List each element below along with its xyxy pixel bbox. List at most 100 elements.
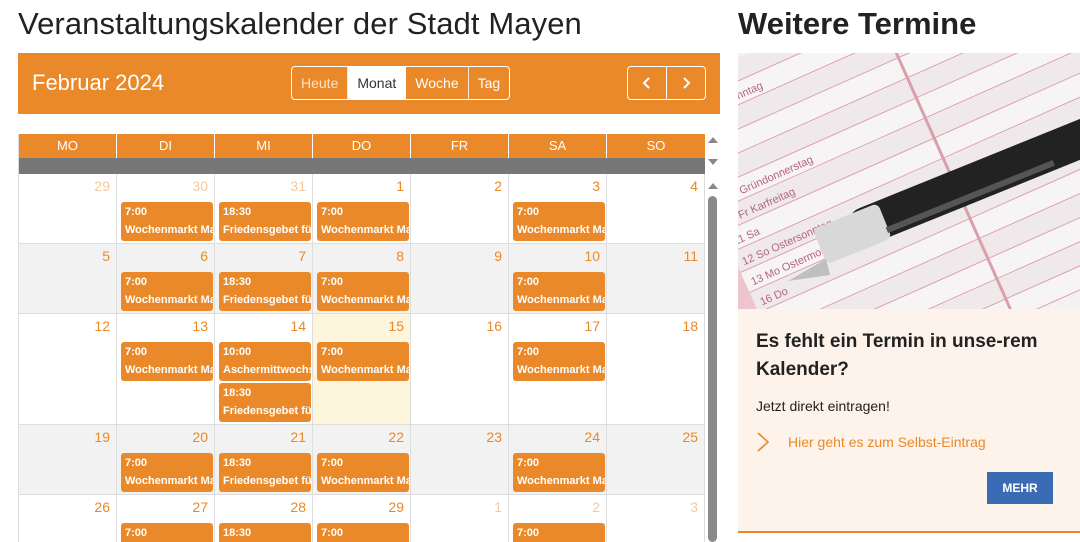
day-cell[interactable]: 7 18:30 Friedensgebet für (215, 244, 313, 313)
day-cell[interactable]: 15 7:00 Wochenmarkt Mayen (313, 314, 411, 424)
week-row: 26 27 7:00Wochenmarkt Mayen 28 18:30Friedens… (19, 495, 705, 542)
day-cell[interactable]: 12 (19, 314, 117, 424)
calendar-event[interactable]: 7:00Wochenmarkt Mayen (513, 272, 605, 311)
calendar-event[interactable]: 18:30Friedensgebet für (219, 383, 311, 422)
day-number: 2 (494, 178, 502, 194)
day-number: 4 (690, 178, 698, 194)
day-cell[interactable]: 3 (607, 495, 705, 542)
scroll-down-arrow-icon[interactable] (708, 159, 718, 165)
calendar-event[interactable]: 7:00Wochenmarkt Mayen (121, 453, 213, 492)
self-entry-link[interactable]: Hier geht es zum Selbst-Eintrag (756, 431, 986, 453)
day-number: 29 (94, 178, 110, 194)
calendar-event[interactable]: 7:00Wochenmarkt Mayen (121, 342, 213, 381)
calendar-event[interactable]: 7:00Wochenmarkt Mayen (513, 523, 605, 542)
calendar-event[interactable]: 7:00Wochenmarkt Mayen (121, 272, 213, 311)
week-row: 29 307:00Wochenmarkt Mayen3118:30Friedens… (19, 174, 705, 244)
weekday-header: SA (509, 134, 607, 158)
calendar-grid-area: MO DI MI DO FR SA SO 29 30 7:00 Wochenmarkt… (18, 134, 721, 542)
day-cell[interactable]: 29 7:00Wochenmarkt Mayen (313, 495, 411, 542)
day-cell[interactable]: 14 10:00 Aschermittwochsmarkt 18:30 Friedens… (215, 314, 313, 424)
event-time: 10:00 (223, 346, 252, 358)
day-cell[interactable]: 16 (411, 314, 509, 424)
day-cell[interactable]: 9 (411, 244, 509, 313)
day-cell[interactable]: 17 7:00 Wochenmarkt Mayen (509, 314, 607, 424)
scroll-up-arrow-icon[interactable] (708, 183, 718, 189)
calendar-event[interactable]: 18:30Friedensgebet für (219, 453, 311, 492)
calendar-event[interactable]: 7:00Wochenmarkt Mayen (121, 202, 213, 241)
day-cell[interactable]: 30 7:00 Wochenmarkt Mayen (117, 174, 215, 243)
calendar-event[interactable]: 18:30Friedensgebet für (219, 202, 311, 241)
calendar-scrollbar[interactable] (705, 174, 721, 542)
day-number: 17 (584, 318, 600, 334)
calendar-event[interactable]: 7:00Wochenmarkt Mayen (513, 202, 605, 241)
day-number: 13 (192, 318, 208, 334)
event-title: Wochenmarkt Mayen (321, 224, 409, 236)
event-title: Friedensgebet für (223, 224, 311, 236)
event-time: 7:00 (517, 346, 540, 358)
self-entry-link-label[interactable]: Hier geht es zum Selbst-Eintrag (788, 434, 986, 450)
day-cell[interactable]: 18 (607, 314, 705, 424)
scroll-up-arrow-icon[interactable] (708, 137, 718, 143)
sidebar: Weitere Termine 4 Sa5 Sa Palmsonntag6 Mo… (738, 0, 1080, 542)
chevron-right-icon (757, 432, 770, 452)
view-switcher: Heute Monat Woche Tag (291, 66, 511, 100)
day-cell[interactable]: 6 7:00 Wochenmarkt Mayen (117, 244, 215, 313)
day-cell[interactable]: 31 18:30 Friedensgebet für (215, 174, 313, 243)
calendar-event[interactable]: 7:00Wochenmarkt Mayen (317, 342, 409, 381)
day-cell[interactable]: 2 (411, 174, 509, 243)
day-cell[interactable]: 24 7:00 Wochenmarkt Mayen (509, 425, 607, 494)
day-cell[interactable]: 26 (19, 495, 117, 542)
day-view-button[interactable]: Tag (469, 67, 510, 99)
calendar-event[interactable]: 18:30Friedensgebet für (219, 272, 311, 311)
calendar-event[interactable]: 7:00Wochenmarkt Mayen (121, 523, 213, 542)
day-cell[interactable]: 2 7:00Wochenmarkt Mayen (509, 495, 607, 542)
weekday-header-row: MO DI MI DO FR SA SO (19, 134, 705, 158)
day-cell[interactable]: 3 7:00 Wochenmarkt Mayen (509, 174, 607, 243)
calendar-event[interactable]: 7:00Wochenmarkt Mayen (317, 202, 409, 241)
day-cell[interactable]: 19 (19, 425, 117, 494)
calendar-event[interactable]: 7:00Wochenmarkt Mayen (317, 453, 409, 492)
event-time: 7:00 (517, 206, 540, 218)
scrollbar-thumb[interactable] (708, 196, 717, 542)
day-cell[interactable]: 22 7:00 Wochenmarkt Mayen (313, 425, 411, 494)
next-month-button[interactable] (667, 67, 705, 99)
calendar-event[interactable]: 10:00 Aschermittwochsmarkt (219, 342, 311, 381)
week-view-button[interactable]: Woche (406, 67, 469, 99)
day-cell[interactable]: 29 (19, 174, 117, 243)
day-cell[interactable]: 21 18:30 Friedensgebet für (215, 425, 313, 494)
calendar-event[interactable]: 7:00Wochenmarkt Mayen (317, 523, 409, 542)
day-cell[interactable]: 28 18:30Friedensgebet für (215, 495, 313, 542)
day-cell[interactable]: 11 (607, 244, 705, 313)
day-cell[interactable]: 5 (19, 244, 117, 313)
day-cell[interactable]: 4 (607, 174, 705, 243)
day-cell[interactable]: 23 (411, 425, 509, 494)
calendar-event[interactable]: 7:00Wochenmarkt Mayen (513, 342, 605, 381)
day-cell[interactable]: 1 (411, 495, 509, 542)
event-time: 7:00 (125, 527, 148, 539)
add-event-heading: Es fehlt ein Termin in unse-rem Kalender… (756, 331, 1038, 380)
today-button[interactable]: Heute (292, 67, 349, 99)
month-view-button[interactable]: Monat (348, 67, 407, 99)
calendar-toolbar: Februar 2024 Heute Monat Woche Tag (18, 53, 720, 114)
day-cell[interactable]: 27 7:00Wochenmarkt Mayen (117, 495, 215, 542)
day-cell[interactable]: 10 7:00 Wochenmarkt Mayen (509, 244, 607, 313)
calendar-event[interactable]: 7:00Wochenmarkt Mayen (513, 453, 605, 492)
event-time: 7:00 (321, 527, 344, 539)
day-cell[interactable]: 1 7:00 Wochenmarkt Mayen (313, 174, 411, 243)
day-number: 5 (102, 248, 110, 264)
header-scrollbar[interactable] (705, 134, 721, 174)
day-number: 19 (94, 429, 110, 445)
day-cell[interactable]: 13 7:00 Wochenmarkt Mayen (117, 314, 215, 424)
event-title: Wochenmarkt Mayen (321, 294, 409, 306)
day-cell[interactable]: 8 7:00 Wochenmarkt Mayen (313, 244, 411, 313)
day-cell[interactable]: 25 (607, 425, 705, 494)
event-title: Aschermittwochsmarkt (223, 364, 311, 376)
chevron-left-icon (642, 77, 650, 89)
day-cell[interactable]: 20 7:00 Wochenmarkt Mayen (117, 425, 215, 494)
calendar-event[interactable]: 18:30Friedensgebet für (219, 523, 311, 542)
more-button[interactable]: MEHR (987, 472, 1053, 504)
previous-month-button[interactable] (628, 67, 667, 99)
day-number: 24 (584, 429, 600, 445)
chevron-right-icon (683, 77, 691, 89)
calendar-event[interactable]: 7:00Wochenmarkt Mayen (317, 272, 409, 311)
